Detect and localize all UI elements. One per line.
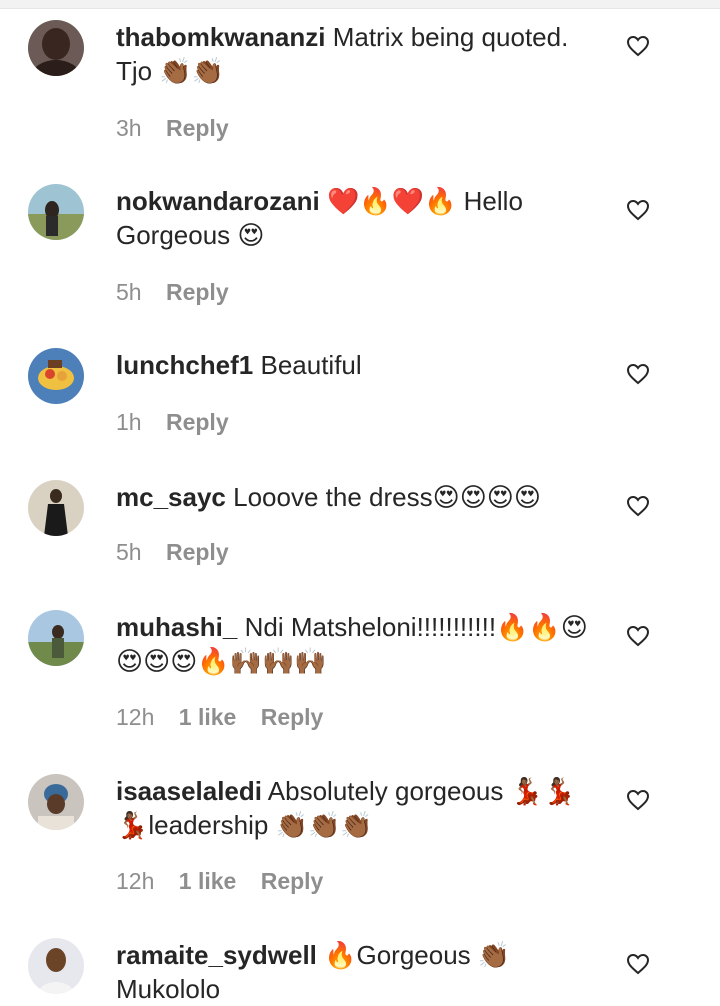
comment-body: thabomkwananzi Matrix being quoted. Tjo …: [116, 20, 602, 88]
comment-time: 5h: [116, 279, 142, 305]
comment-username[interactable]: muhashi_: [116, 612, 237, 642]
comment-body: nokwandarozani ❤️🔥❤️🔥 Hello Gorgeous 😍: [116, 184, 602, 252]
comment-username[interactable]: lunchchef1: [116, 350, 253, 380]
comment-body: isaaselaledi Absolutely gorgeous 💃🏾💃🏾💃🏾l…: [116, 774, 602, 842]
heart-outline-icon[interactable]: [626, 35, 650, 57]
comment-meta: 12h 1 like Reply: [116, 704, 341, 731]
avatar[interactable]: [28, 480, 84, 536]
heart-outline-icon[interactable]: [626, 953, 650, 975]
heart-outline-icon[interactable]: [626, 625, 650, 647]
heart-outline-icon[interactable]: [626, 789, 650, 811]
comment-meta: 12h 1 like Reply: [116, 868, 341, 895]
avatar[interactable]: [28, 938, 84, 994]
comment-time: 12h: [116, 704, 155, 730]
reply-button[interactable]: Reply: [261, 868, 324, 894]
heart-outline-icon[interactable]: [626, 495, 650, 517]
reply-button[interactable]: Reply: [166, 115, 229, 141]
reply-button[interactable]: Reply: [261, 704, 324, 730]
likes-count[interactable]: 1 like: [179, 868, 237, 894]
avatar[interactable]: [28, 774, 84, 830]
comment-username[interactable]: thabomkwananzi: [116, 22, 325, 52]
comment-meta: 5h Reply: [116, 279, 247, 306]
comment-time: 5h: [116, 539, 142, 565]
comment-body: lunchchef1 Beautiful: [116, 348, 602, 382]
reply-button[interactable]: Reply: [166, 409, 229, 435]
comment-meta: 5h Reply: [116, 539, 247, 566]
comment-meta: 3h Reply: [116, 115, 247, 142]
comment-username[interactable]: ramaite_sydwell: [116, 940, 317, 970]
comment-username[interactable]: isaaselaledi: [116, 776, 262, 806]
comment-time: 1h: [116, 409, 142, 435]
reply-button[interactable]: Reply: [166, 279, 229, 305]
avatar[interactable]: [28, 184, 84, 240]
comment-time: 3h: [116, 115, 142, 141]
comment-body: mc_sayc Looove the dress😍😍😍😍: [116, 480, 602, 514]
comment-username[interactable]: mc_sayc: [116, 482, 226, 512]
comment-meta: 1h Reply: [116, 409, 247, 436]
comment-text: Beautiful: [260, 350, 362, 380]
heart-outline-icon[interactable]: [626, 199, 650, 221]
avatar[interactable]: [28, 610, 84, 666]
likes-count[interactable]: 1 like: [179, 704, 237, 730]
comment-body: ramaite_sydwell 🔥Gorgeous 👏🏾 Mukololo: [116, 938, 602, 1006]
comment-time: 12h: [116, 868, 155, 894]
comment-username[interactable]: nokwandarozani: [116, 186, 320, 216]
comment-text: Looove the dress😍😍😍😍: [233, 482, 542, 512]
avatar[interactable]: [28, 348, 84, 404]
top-edge: [0, 0, 720, 9]
avatar[interactable]: [28, 20, 84, 76]
reply-button[interactable]: Reply: [166, 539, 229, 565]
heart-outline-icon[interactable]: [626, 363, 650, 385]
comment-body: muhashi_ Ndi Matsheloni!!!!!!!!!!!🔥🔥😍😍😍😍…: [116, 610, 602, 678]
